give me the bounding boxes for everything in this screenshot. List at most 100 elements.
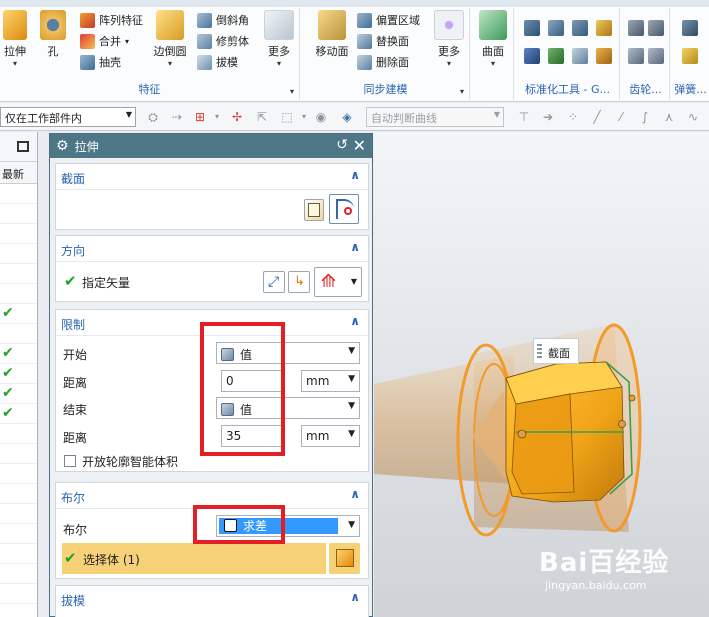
- edge-blend-dropdown-arrow[interactable]: ▾: [150, 59, 190, 69]
- select-filter-icon[interactable]: ⇢: [170, 110, 184, 124]
- direction-panel-header[interactable]: 方向 ∧: [56, 236, 368, 262]
- select-feature-icon[interactable]: ⛭: [146, 110, 160, 124]
- curve-rule-select[interactable]: 自动判断曲线 ▼: [366, 107, 504, 127]
- snap-grid-icon[interactable]: ⁘: [566, 110, 580, 124]
- maximize-icon[interactable]: [17, 141, 29, 152]
- select-body-row[interactable]: ✔ 选择体 (1): [62, 543, 326, 574]
- snap-line-icon[interactable]: ╱: [590, 110, 604, 124]
- delete-face-button[interactable]: 删除面: [357, 52, 409, 72]
- sync-more-dropdown-arrow[interactable]: ▾: [432, 59, 466, 69]
- navigator-row[interactable]: ✔: [0, 364, 37, 384]
- std-tool-5-icon[interactable]: [524, 48, 540, 64]
- navigator-column-latest[interactable]: 最新: [0, 162, 37, 184]
- gear-tool-1-icon[interactable]: [628, 20, 644, 36]
- select-curve-button[interactable]: [329, 194, 359, 224]
- feature-more-button[interactable]: 更多 ▾: [262, 10, 296, 69]
- unite-dropdown-arrow[interactable]: ▾: [125, 37, 129, 46]
- shell-button[interactable]: 抽壳: [80, 52, 121, 72]
- draft-panel-header[interactable]: 拔模 ∧: [56, 586, 368, 612]
- navigator-row[interactable]: [0, 324, 37, 344]
- navigator-row[interactable]: [0, 564, 37, 584]
- surface-dropdown-arrow[interactable]: ▾: [476, 59, 510, 69]
- navigator-row[interactable]: [0, 504, 37, 524]
- rectangle-select-icon[interactable]: ⬚: [280, 110, 294, 124]
- end-distance-unit-select[interactable]: mm ▼: [301, 425, 360, 447]
- vector-type-select[interactable]: ⟰ ▼: [314, 267, 362, 297]
- section-tag[interactable]: 截面: [533, 338, 579, 364]
- navigator-row[interactable]: ✔: [0, 404, 37, 424]
- draft-button[interactable]: 拔模: [197, 52, 238, 72]
- std-tool-8-icon[interactable]: [596, 48, 612, 64]
- offset-region-button[interactable]: 偏置区域: [357, 10, 420, 30]
- collapse-caret-icon[interactable]: ∧: [350, 240, 360, 254]
- section-panel-header[interactable]: 截面 ∧: [56, 164, 368, 190]
- sync-group-expand-arrow[interactable]: ▾: [460, 87, 464, 96]
- snap-tangent-icon[interactable]: ⁄: [614, 110, 628, 124]
- navigator-row[interactable]: [0, 204, 37, 224]
- gear-tool-2-icon[interactable]: [648, 20, 664, 36]
- chamfer-button[interactable]: 倒斜角: [197, 10, 249, 30]
- std-tool-7-icon[interactable]: [572, 48, 588, 64]
- gear-tool-4-icon[interactable]: [648, 48, 664, 64]
- navigator-row[interactable]: [0, 544, 37, 564]
- section-point-2[interactable]: [618, 420, 626, 428]
- section-point-1[interactable]: [517, 429, 527, 439]
- cube-icon[interactable]: ◈: [340, 110, 354, 124]
- reverse-direction-button[interactable]: ⤢: [263, 271, 285, 293]
- extrude-button[interactable]: 拉伸 ▾: [0, 10, 30, 69]
- std-tool-4-icon[interactable]: [596, 20, 612, 36]
- view-icon[interactable]: ◉: [314, 110, 328, 124]
- navigator-row[interactable]: [0, 284, 37, 304]
- surface-button[interactable]: 曲面 ▾: [476, 10, 510, 69]
- std-tool-6-icon[interactable]: [548, 48, 564, 64]
- feature-group-expand-arrow[interactable]: ▾: [290, 87, 294, 96]
- open-profile-checkbox[interactable]: [64, 455, 76, 467]
- section-point-3[interactable]: [628, 394, 636, 402]
- snap-arrow-icon[interactable]: ➔: [541, 110, 555, 124]
- navigator-row[interactable]: [0, 524, 37, 544]
- intersect-icon[interactable]: ✢: [230, 110, 244, 124]
- start-distance-unit-select[interactable]: mm ▼: [301, 370, 360, 392]
- navigator-row[interactable]: [0, 244, 37, 264]
- navigator-row[interactable]: [0, 184, 37, 204]
- filter-select[interactable]: 仅在工作部件内 ▼: [0, 107, 136, 127]
- std-tool-2-icon[interactable]: [548, 20, 564, 36]
- replace-face-button[interactable]: 替换面: [357, 31, 409, 51]
- navigator-row[interactable]: [0, 444, 37, 464]
- feature-more-dropdown-arrow[interactable]: ▾: [262, 59, 296, 69]
- snap-point-icon[interactable]: ⊞: [193, 110, 207, 124]
- collapse-caret-icon[interactable]: ∧: [350, 168, 360, 182]
- edge-blend-button[interactable]: 边倒圆 ▾: [150, 10, 190, 69]
- spring-tool-2-icon[interactable]: [682, 48, 698, 64]
- gear-icon[interactable]: ⚙: [56, 138, 69, 154]
- snap-curve-icon[interactable]: ∫: [638, 110, 652, 124]
- navigator-row[interactable]: [0, 484, 37, 504]
- spring-tool-1-icon[interactable]: [682, 20, 698, 36]
- navigator-row[interactable]: ✔: [0, 344, 37, 364]
- pattern-feature-button[interactable]: 阵列特征: [80, 10, 143, 30]
- hex-body-front-face[interactable]: [511, 393, 575, 495]
- collapse-caret-icon[interactable]: ∧: [350, 487, 360, 501]
- snap-wave-icon[interactable]: ∿: [686, 110, 700, 124]
- snap-mid-icon[interactable]: ⊤: [517, 110, 531, 124]
- collapse-caret-icon[interactable]: ∧: [350, 314, 360, 328]
- std-tool-1-icon[interactable]: [524, 20, 540, 36]
- navigator-row[interactable]: [0, 584, 37, 604]
- navigator-row[interactable]: ✔: [0, 304, 37, 324]
- gear-tool-3-icon[interactable]: [628, 48, 644, 64]
- sync-more-button[interactable]: 更多 ▾: [432, 10, 466, 69]
- sketch-section-button[interactable]: [304, 199, 324, 221]
- reset-icon[interactable]: ↺: [336, 137, 348, 153]
- rectangle-select-dropdown-icon[interactable]: ▾: [297, 110, 311, 124]
- select-tool-icon[interactable]: ⇱: [255, 110, 269, 124]
- navigator-row[interactable]: [0, 424, 37, 444]
- navigator-row[interactable]: [0, 464, 37, 484]
- snap-dropdown-icon[interactable]: ▾: [210, 110, 224, 124]
- navigator-row[interactable]: [0, 604, 37, 617]
- navigator-row[interactable]: ✔: [0, 384, 37, 404]
- move-face-button[interactable]: 移动面: [312, 10, 352, 59]
- graphics-viewport[interactable]: 截面 Bai百经验 jingyan.baidu.com: [374, 132, 709, 617]
- unite-button[interactable]: 合并 ▾: [80, 31, 129, 51]
- std-tool-3-icon[interactable]: [572, 20, 588, 36]
- navigator-row[interactable]: [0, 264, 37, 284]
